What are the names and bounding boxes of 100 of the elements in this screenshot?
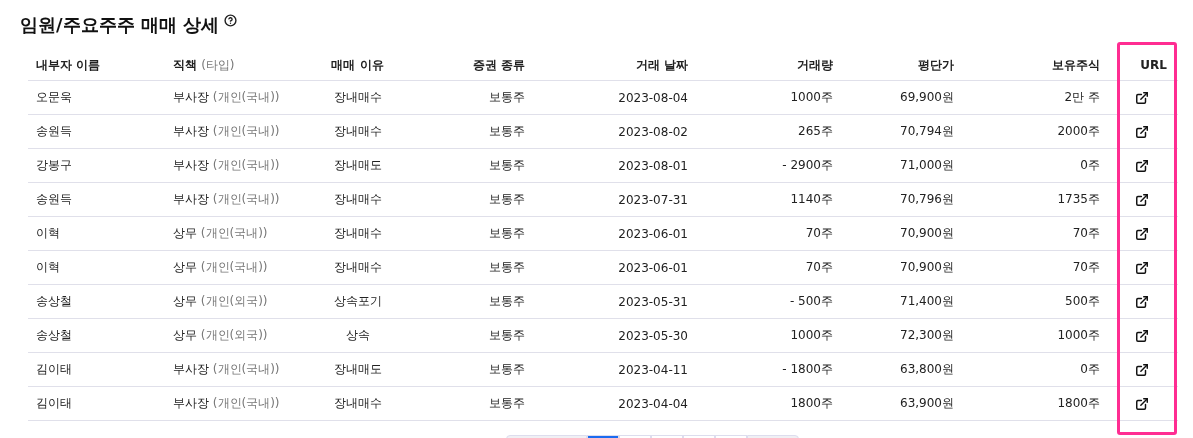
table-cell-text: 보통주 — [488, 89, 526, 106]
table-cell-text: 2023-06-01 — [617, 260, 689, 275]
table-cell-text: 70주 — [1071, 225, 1101, 242]
section-title: 임원/주요주주 매매 상세 — [20, 13, 220, 37]
column-header: URL — [1139, 58, 1168, 72]
table-cell-text: 장내매수 — [332, 395, 383, 412]
column-header: 보유주식 — [1051, 56, 1101, 74]
external-link-icon[interactable] — [1134, 362, 1149, 377]
table-cell-text: 71,400원 — [899, 293, 955, 310]
table-cell-text: 63,900원 — [899, 395, 955, 412]
table-cell-text: 부사장 (개인(국내)) — [172, 157, 281, 174]
table-cell-text: 1800주 — [789, 395, 834, 412]
table-cell-text: 보통주 — [488, 293, 526, 310]
table-cell-text: 71,000원 — [899, 157, 955, 174]
table-cell-text: 보통주 — [488, 123, 526, 140]
table-cell-text: 보통주 — [488, 225, 526, 242]
table-cell-text: 70주 — [804, 259, 834, 276]
help-icon[interactable] — [224, 14, 238, 27]
table-cell-text: 송원득 — [35, 191, 73, 208]
table-cell-text: 1140주 — [789, 191, 834, 208]
table-cell-text: 2023-08-04 — [617, 90, 689, 105]
table-cell-text: 상무 (개인(외국)) — [172, 327, 269, 344]
table-cell-text: 부사장 (개인(국내)) — [172, 395, 281, 412]
table-cell-text: 오문욱 — [35, 89, 73, 106]
table-cell-text: 500주 — [1064, 293, 1101, 310]
table-cell-text: 70주 — [804, 225, 834, 242]
table-cell-text: 2023-05-30 — [617, 328, 689, 343]
table-cell-text: 상속 — [344, 327, 371, 344]
table-cell-text: 부사장 (개인(국내)) — [172, 123, 281, 140]
table-cell-text: 2023-07-31 — [617, 192, 689, 207]
table-cell-text: 장내매수 — [332, 225, 383, 242]
table-cell-text: 2023-05-31 — [617, 294, 689, 309]
table-cell-text: 김이태 — [35, 395, 73, 412]
table-cell-text: 장내매도 — [332, 157, 383, 174]
table-cell-text: - 2900주 — [781, 157, 834, 174]
table-cell-text: 보통주 — [488, 327, 526, 344]
table-cell-text: 2만 주 — [1063, 89, 1101, 106]
table-cell-text: 1800주 — [1056, 395, 1101, 412]
table-cell-text: 2023-06-01 — [617, 226, 689, 241]
table-cell-text: - 500주 — [788, 293, 834, 310]
table-cell-text: 0주 — [1079, 157, 1101, 174]
table-cell-text: 장내매수 — [332, 191, 383, 208]
column-header: 거래 날짜 — [634, 56, 689, 74]
table-cell-text: - 1800주 — [781, 361, 834, 378]
table-cell-text: 2023-08-02 — [617, 124, 689, 139]
external-link-icon[interactable] — [1134, 396, 1149, 411]
table-cell-text: 장내매수 — [332, 123, 383, 140]
column-header: 증권 종류 — [471, 56, 526, 74]
table-cell-text: 상무 (개인(국내)) — [172, 259, 269, 276]
table-cell-text: 장내매수 — [332, 89, 383, 106]
external-link-icon[interactable] — [1134, 328, 1149, 343]
column-header: 평단가 — [917, 56, 955, 74]
table-cell-text: 2023-08-01 — [617, 158, 689, 173]
column-header: 매매 이유 — [330, 56, 385, 74]
table-cell-text: 72,300원 — [899, 327, 955, 344]
table-cell-text: 장내매수 — [332, 259, 383, 276]
table-cell-text: 2023-04-11 — [617, 362, 689, 377]
external-link-icon[interactable] — [1134, 90, 1149, 105]
table-cell-text: 63,800원 — [899, 361, 955, 378]
table-cell-text: 1000주 — [789, 89, 834, 106]
table-cell-text: 부사장 (개인(국내)) — [172, 89, 281, 106]
table-cell-text: 이혁 — [35, 259, 61, 276]
table-cell-text: 상무 (개인(외국)) — [172, 293, 269, 310]
table-cell-text: 2000주 — [1056, 123, 1101, 140]
table-cell-text: 2023-04-04 — [617, 396, 689, 411]
table-cell-text: 1735주 — [1056, 191, 1101, 208]
table-cell-text: 상무 (개인(국내)) — [172, 225, 269, 242]
table-cell-text: 부사장 (개인(국내)) — [172, 191, 281, 208]
column-header: 내부자 이름 — [35, 56, 102, 74]
table-cell-text: 장내매도 — [332, 361, 383, 378]
table-cell-text: 송원득 — [35, 123, 73, 140]
table-cell-text: 강봉구 — [35, 157, 73, 174]
external-link-icon[interactable] — [1134, 226, 1149, 241]
table-cell-text: 70,900원 — [899, 225, 955, 242]
table-cell-text: 70주 — [1071, 259, 1101, 276]
external-link-icon[interactable] — [1134, 260, 1149, 275]
table-cell-text: 보통주 — [488, 259, 526, 276]
table-cell-text: 0주 — [1079, 361, 1101, 378]
table-cell-text: 이혁 — [35, 225, 61, 242]
table-cell-text: 1000주 — [1056, 327, 1101, 344]
table-cell-text: 69,900원 — [899, 89, 955, 106]
table-cell-text: 보통주 — [488, 395, 526, 412]
table-cell-text: 70,794원 — [899, 123, 955, 140]
table-cell-text: 상속포기 — [332, 293, 383, 310]
table-cell-text: 김이태 — [35, 361, 73, 378]
table-cell-text: 1000주 — [789, 327, 834, 344]
external-link-icon[interactable] — [1134, 158, 1149, 173]
table-cell-text: 보통주 — [488, 191, 526, 208]
table-cell-text: 부사장 (개인(국내)) — [172, 361, 281, 378]
table-cell-text: 보통주 — [488, 157, 526, 174]
table-cell-text: 70,796원 — [899, 191, 955, 208]
table-cell-text: 송상철 — [35, 293, 73, 310]
external-link-icon[interactable] — [1134, 294, 1149, 309]
table-cell-text: 265주 — [797, 123, 834, 140]
external-link-icon[interactable] — [1134, 192, 1149, 207]
column-header: 거래량 — [796, 56, 834, 74]
table-cell-text: 70,900원 — [899, 259, 955, 276]
external-link-icon[interactable] — [1134, 124, 1149, 139]
table-cell-text: 송상철 — [35, 327, 73, 344]
column-header: 직책 (타입) — [172, 56, 236, 74]
